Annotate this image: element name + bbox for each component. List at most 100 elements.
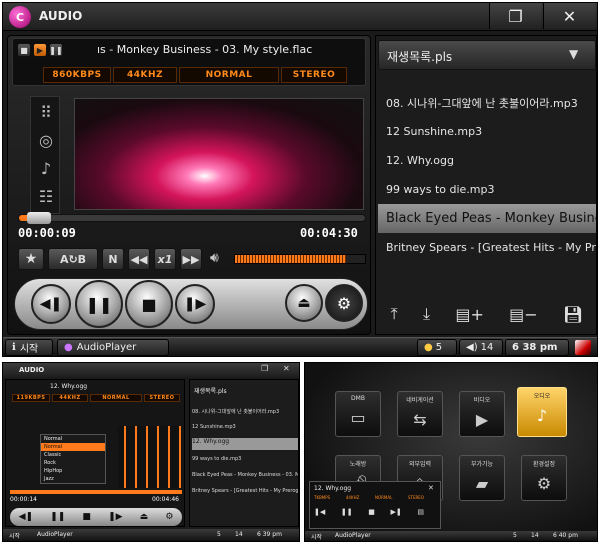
pause-icon[interactable]: ❚❚ [341,508,353,516]
eq-badge-small: NORMAL [90,394,142,402]
menu-tile-video[interactable]: 비디오 ▶ [459,391,505,437]
pen-icon[interactable] [575,340,591,355]
favorite-button[interactable]: ★ [18,248,44,270]
playlist-selector[interactable]: 재생목록.pls ▼ [378,40,596,70]
move-bottom-icon[interactable]: ⤓ [423,304,430,324]
stop-icon[interactable]: ■ [368,508,375,516]
volume-indicator[interactable]: ◀) 14 [459,339,503,356]
stop-icon[interactable]: ■ [82,512,91,522]
taskbar-small: 시작 AudioPlayer 5 14 6 39 pm [3,529,299,541]
playlist-panel: 재생목록.pls ▼ 08. 시나위-그대앞에 난 촛불이어라.mp3 12 S… [375,35,597,335]
seek-bar[interactable] [18,212,366,224]
settings-button[interactable]: ⚙ [325,284,363,322]
gear-icon[interactable]: ⚙ [165,512,173,522]
menu-tile-settings[interactable]: 환경설정 ⚙ [521,455,567,501]
repeat-ab-button[interactable]: A↻B [48,248,98,270]
next-button[interactable]: ❚▶ [175,284,215,324]
close-icon[interactable]: ✕ [428,484,434,492]
eq-menu-item-selected[interactable]: Normal [41,443,105,451]
list-icon[interactable]: ▤ [417,508,424,516]
volume-small: 14 [235,531,243,538]
pause-small-icon[interactable]: ❚❚ [49,43,63,57]
list-item-selected[interactable]: Black Eyed Peas - Monkey Business [378,204,596,233]
app-logo-icon: C [9,6,31,28]
previous-button[interactable]: ◀❚ [31,284,71,324]
seek-thumb[interactable] [27,212,52,224]
eject-icon[interactable]: ⏏ [140,512,149,522]
eq-menu-item[interactable]: Rock [41,459,105,467]
playlist-item-small[interactable]: 12 Sunshine.mp3 [192,424,298,430]
playlist-item-small[interactable]: 08. 시나위-그대앞에 난 촛불이어라.mp3 [192,408,298,415]
taskbar-app-menu[interactable]: AudioPlayer [335,532,371,539]
remove-file-icon[interactable]: ▤− [509,305,538,324]
taskbar: ℹ 시작 ● AudioPlayer ● 5 ◀) 14 6 38 pm [3,337,597,356]
save-icon[interactable]: 💾︎ [563,305,583,324]
pause-icon[interactable]: ❚❚ [50,512,65,522]
eq-menu-item[interactable]: Normal [41,435,105,443]
speed-button[interactable]: x1 [154,248,176,270]
list-item[interactable]: 12 Sunshine.mp3 [378,117,596,146]
rewind-button[interactable]: ◀◀ [128,248,150,270]
fast-forward-button[interactable]: ▶▶ [180,248,202,270]
visualizer-mode-icon[interactable]: ⠿ [33,99,59,125]
previous-icon[interactable]: ❚◀ [314,508,325,516]
list-item[interactable]: 12. Why.ogg [378,146,596,175]
tile-label: 노래방 [349,461,367,468]
playlist-item-small[interactable]: 99 ways to die.mp3 [192,456,298,462]
clock-small: 6 39 pm [257,531,282,538]
eq-badge[interactable]: NORMAL [179,67,279,83]
eq-sliders[interactable] [118,426,182,488]
start-label-menu[interactable]: 시작 [311,532,322,541]
add-file-icon[interactable]: ▤+ [455,305,484,324]
stop-button[interactable]: ■ [125,280,173,328]
normal-mode-button[interactable]: N [102,248,124,270]
move-top-icon[interactable]: ⤒ [391,304,398,324]
volume-slider[interactable] [234,254,366,264]
restore-button[interactable]: ❐ [489,3,541,29]
list-item[interactable]: 99 ways to die.mp3 [378,175,596,204]
start-label-small[interactable]: 시작 [9,531,20,540]
bitrate-badge-small: 119KBPS [12,394,50,402]
eq-menu-item[interactable]: HipHop [41,467,105,475]
menu-tile-navigation[interactable]: 네비게이션 ⇆ [397,391,443,437]
menu-tile-dmb[interactable]: DMB ▭ [335,391,381,437]
eject-button[interactable]: ⏏ [285,284,323,322]
close-icon: ✕ [562,6,577,26]
taskbar-app-button[interactable]: ● AudioPlayer [57,339,169,356]
start-button[interactable]: ℹ 시작 [5,339,53,356]
seek-bar-small[interactable] [10,490,182,494]
samplerate-badge-small: 44KHZ [52,394,88,402]
playlist-item-small-selected[interactable]: 12. Why.ogg [192,438,298,450]
transport-bar: ◀❚ ❚❚ ■ ❚▶ ⏏ ⚙ [14,278,368,330]
volume-value: 14 [480,342,494,353]
eq-menu-item[interactable]: Jazz [41,475,105,483]
play-small-icon[interactable]: ▶ [33,43,47,57]
list-item[interactable]: 08. 시나위-그대앞에 난 촛불이어라.mp3 [378,88,596,117]
menu-tile-audio[interactable]: 오디오 ♪ [517,387,567,437]
playlist-item-small[interactable]: Britney Spears - [Greatest Hits - My Pre… [192,488,298,494]
music-note-icon[interactable]: ♪ [33,155,59,181]
menu-tile-extras[interactable]: 부가기능 ▰ [459,455,505,501]
close-button[interactable]: ✕ [543,3,595,29]
eq-menu-item[interactable]: Classic [41,451,105,459]
next-icon[interactable]: ❚▶ [108,512,122,522]
playlist-item-small[interactable]: Black Eyed Peas - Monkey Business - 03. … [192,472,298,478]
playlist-name-small[interactable]: 재생목록.pls [194,386,227,395]
previous-icon: ◀❚ [39,296,63,312]
disc-icon[interactable]: ◎ [33,127,59,153]
pause-button[interactable]: ❚❚ [75,280,123,328]
eq-preset-menu[interactable]: Normal Normal Classic Rock HipHop Jazz [40,434,106,484]
title-bar-small: AUDIO ❐ ✕ [3,363,299,377]
taskbar-app-small[interactable]: AudioPlayer [37,531,73,538]
track-marquee: ıs - Monkey Business - 03. My style.flac [97,43,313,56]
playlist-name: 재생목록.pls [387,50,453,64]
start-label: 시작 [19,344,39,355]
close-icon[interactable]: ✕ [283,364,290,373]
stop-small-icon[interactable]: ■ [17,43,31,57]
restore-icon[interactable]: ❐ [261,364,268,373]
list-item[interactable]: Britney Spears - [Greatest Hits - My Pre… [378,233,596,262]
equalizer-icon[interactable]: ☷ [33,183,59,209]
next-icon[interactable]: ▶❚ [390,508,401,516]
app-icon: ● [64,342,73,353]
previous-icon[interactable]: ◀❚ [19,512,33,522]
